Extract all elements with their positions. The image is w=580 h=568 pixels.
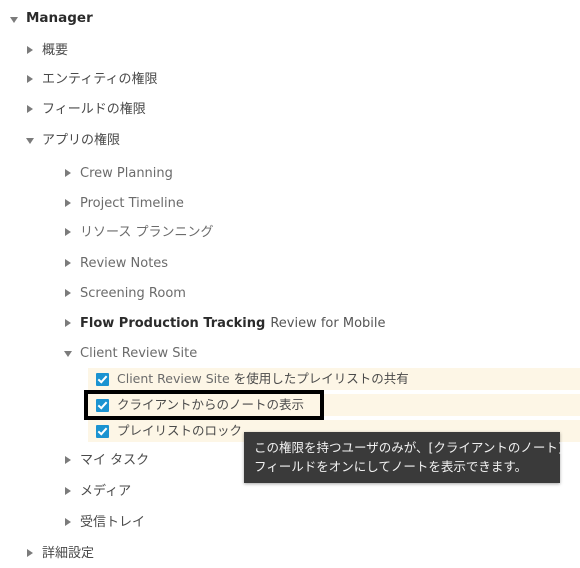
- chevron-right-icon[interactable]: [26, 45, 36, 55]
- checkbox-checked-icon[interactable]: [96, 398, 109, 412]
- tree-node-advanced-settings[interactable]: 詳細設定: [0, 538, 580, 568]
- tree-node-crew-planning[interactable]: Crew Planning: [0, 158, 580, 188]
- tooltip: この権限を持つユーザのみが、[クライアントのノート] フィールドをオンにしてノー…: [244, 432, 563, 483]
- chevron-right-icon[interactable]: [64, 198, 74, 208]
- chevron-right-icon[interactable]: [64, 455, 74, 465]
- tree-node-label: 詳細設定: [42, 545, 95, 561]
- chevron-right-icon[interactable]: [64, 318, 74, 328]
- tree-node-flow-production-tracking[interactable]: Flow Production Tracking Review for Mobi…: [0, 308, 580, 338]
- chevron-right-icon[interactable]: [26, 104, 36, 114]
- chevron-down-icon[interactable]: [26, 135, 36, 145]
- chevron-right-icon[interactable]: [64, 486, 74, 496]
- chevron-down-icon[interactable]: [10, 14, 20, 24]
- tree-node-label: リソース プランニング: [80, 224, 214, 240]
- tree-node-label: 概要: [42, 42, 69, 58]
- chevron-right-icon[interactable]: [64, 227, 74, 237]
- checkbox-checked-icon[interactable]: [96, 372, 109, 386]
- tree-node-label: Project Timeline: [80, 195, 184, 211]
- tree-node-label: Crew Planning: [80, 165, 173, 181]
- permission-label-prefix: Client Review Site: [117, 370, 230, 386]
- permission-row-share-playlist[interactable]: Client Review Site を使用したプレイリストの共有: [88, 368, 580, 390]
- permission-label: Client Review Site を使用したプレイリストの共有: [117, 370, 409, 386]
- tree-node-label: メディア: [80, 483, 132, 499]
- permission-label-text: を使用したプレイリストの共有: [233, 370, 409, 386]
- tree-node-label: Review Notes: [80, 255, 169, 271]
- tree-node-label: Client Review Site: [80, 345, 198, 361]
- tree-node-label: アプリの権限: [42, 132, 121, 148]
- tree-node-inbox[interactable]: 受信トレイ: [0, 507, 580, 537]
- chevron-right-icon[interactable]: [64, 258, 74, 268]
- tree-node-app-permissions[interactable]: アプリの権限: [0, 125, 580, 155]
- tree-node-label: 受信トレイ: [80, 514, 146, 530]
- permission-row-show-client-notes[interactable]: クライアントからのノートの表示: [88, 394, 580, 416]
- tree-node-entity-permissions[interactable]: エンティティの権限: [0, 64, 580, 94]
- chevron-down-icon[interactable]: [64, 348, 74, 358]
- tree-node-label-suffix: Review for Mobile: [270, 315, 386, 331]
- tree-node-resource-planning[interactable]: リソース プランニング: [0, 217, 580, 247]
- tree-node-label: フィールドの権限: [42, 101, 146, 117]
- chevron-right-icon[interactable]: [26, 74, 36, 84]
- permission-label: クライアントからのノートの表示: [117, 396, 305, 412]
- chevron-right-icon[interactable]: [64, 288, 74, 298]
- tree-node-label: Manager: [26, 10, 93, 27]
- tooltip-line-2: フィールドをオンにしてノートを表示できます。: [254, 459, 528, 474]
- tree-node-field-permissions[interactable]: フィールドの権限: [0, 94, 580, 124]
- checkbox-checked-icon[interactable]: [96, 424, 109, 438]
- tree-node-project-timeline[interactable]: Project Timeline: [0, 188, 580, 218]
- chevron-right-icon[interactable]: [64, 168, 74, 178]
- tree-node-label: Flow Production Tracking: [80, 315, 266, 331]
- tree-node-label: マイ タスク: [80, 452, 150, 468]
- tree-node-manager[interactable]: Manager: [0, 4, 580, 34]
- tree-node-review-notes[interactable]: Review Notes: [0, 248, 580, 278]
- tree-node-label: エンティティの権限: [42, 71, 158, 87]
- tree-node-client-review-site[interactable]: Client Review Site: [0, 338, 580, 368]
- tree-node-screening-room[interactable]: Screening Room: [0, 278, 580, 308]
- tree-node-label: Screening Room: [80, 285, 186, 301]
- tooltip-line-1: この権限を持つユーザのみが、[クライアントのノート]: [254, 440, 563, 455]
- chevron-right-icon[interactable]: [64, 517, 74, 527]
- permission-label: プレイリストのロック: [117, 422, 243, 438]
- permissions-tree: Manager 概要 エンティティの権限 フィールドの権限 アプリの権限 Cre…: [0, 0, 580, 568]
- tree-node-overview[interactable]: 概要: [0, 35, 580, 65]
- chevron-right-icon[interactable]: [26, 548, 36, 558]
